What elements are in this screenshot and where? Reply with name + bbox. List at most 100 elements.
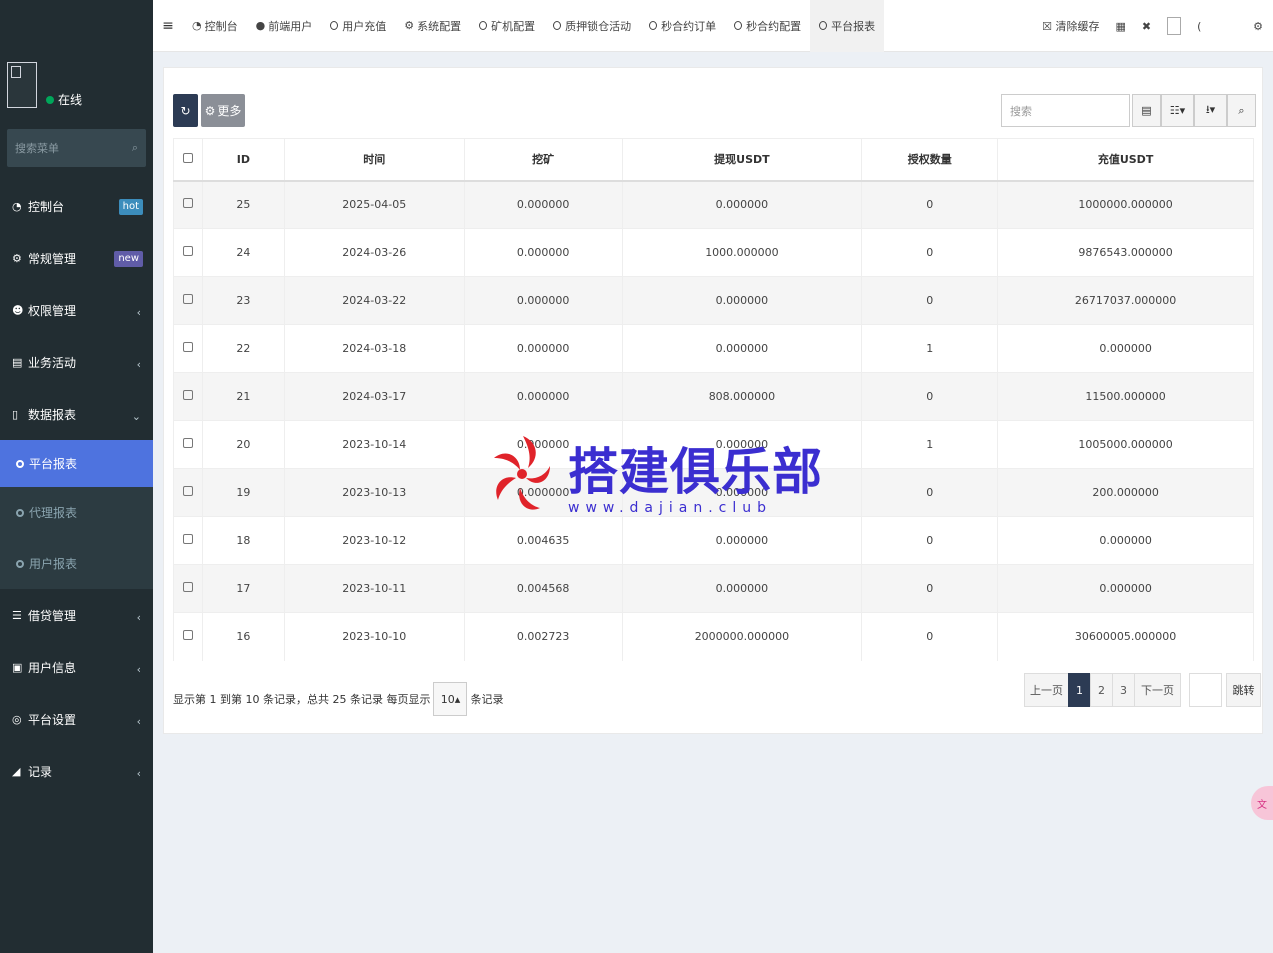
tab-system-config[interactable]: ⚙ 系统配置	[395, 0, 470, 52]
menu-search-input[interactable]: 搜索菜单 ⌕	[7, 129, 146, 167]
next-page-button[interactable]: 下一页	[1134, 673, 1181, 707]
sidebar-item-loans[interactable]: ☰ 借贷管理 ‹	[0, 589, 153, 641]
table-row[interactable]: 19 2023-10-13 0.000000 0.000000 0 200.000000	[173, 468, 1254, 517]
search-icon: ⌕	[1238, 103, 1245, 117]
cell-time: 2023-10-10	[283, 612, 465, 661]
cell-mining: 0.000000	[463, 228, 623, 277]
row-checkbox[interactable]	[182, 438, 193, 448]
sidebar-item-dashboard[interactable]: ◔ 控制台 hot	[0, 180, 153, 232]
tab-platform-report[interactable]: 平台报表	[810, 0, 885, 52]
cell-withdraw: 1000.000000	[621, 228, 863, 277]
row-checkbox[interactable]	[182, 342, 193, 352]
tab-dashboard[interactable]: ◔ 控制台	[183, 0, 247, 52]
row-checkbox[interactable]	[182, 246, 193, 256]
search-icon[interactable]: ⌕	[132, 141, 138, 155]
page-button-3[interactable]: 3	[1112, 673, 1135, 707]
sidebar-item-platform-report[interactable]: 平台报表	[0, 440, 153, 487]
column-header-auth[interactable]: 授权数量	[861, 138, 999, 182]
tab-front-users[interactable]: ● 前端用户	[247, 0, 322, 52]
sidebar-item-general[interactable]: ⚙ 常规管理 new	[0, 232, 153, 284]
cell-time: 2024-03-18	[283, 324, 465, 373]
cell-id: 20	[201, 420, 285, 469]
sidebar-item-agent-report[interactable]: 代理报表	[0, 487, 153, 538]
cell-auth: 0	[861, 516, 999, 565]
gear-icon: ⚙	[404, 19, 415, 32]
sidebar-item-platform-settings[interactable]: ◎ 平台设置 ‹	[0, 693, 153, 745]
translate-icon[interactable]: ▦	[1116, 20, 1126, 33]
prev-page-button[interactable]: 上一页	[1024, 673, 1069, 707]
export-button[interactable]: ⭳▾	[1194, 94, 1227, 127]
row-checkbox[interactable]	[182, 486, 193, 496]
table-row[interactable]: 17 2023-10-11 0.004568 0.000000 0 0.000000	[173, 564, 1254, 613]
page-button-2[interactable]: 2	[1090, 673, 1113, 707]
user-avatar-image[interactable]	[1167, 17, 1182, 35]
cell-id: 16	[201, 612, 285, 661]
refresh-button[interactable]: ↻	[173, 94, 198, 127]
sidebar-item-label: 用户信息	[28, 660, 77, 675]
cell-auth: 0	[861, 228, 999, 277]
table-row[interactable]: 22 2024-03-18 0.000000 0.000000 1 0.000000	[173, 324, 1254, 373]
avatar[interactable]	[7, 62, 37, 108]
sidebar-item-records[interactable]: ◢ 记录 ‹	[0, 745, 153, 797]
column-header-id[interactable]: ID	[201, 138, 285, 182]
select-all-checkbox[interactable]	[182, 152, 193, 163]
column-header-withdraw[interactable]: 提现USDT	[621, 138, 863, 182]
cell-withdraw: 0.000000	[621, 276, 863, 325]
jump-page-input[interactable]	[1189, 673, 1222, 707]
tab-miner-config[interactable]: 矿机配置	[470, 0, 544, 52]
menu-search-placeholder: 搜索菜单	[15, 142, 59, 155]
tab-staking[interactable]: 质押锁仓活动	[544, 0, 640, 52]
circle-icon	[16, 459, 24, 468]
table-row[interactable]: 23 2024-03-22 0.000000 0.000000 0 26717037.00…	[173, 276, 1254, 325]
cell-time: 2023-10-13	[283, 468, 465, 517]
row-checkbox[interactable]	[182, 294, 193, 304]
translate-float-button[interactable]: 文	[1251, 786, 1273, 820]
gear-icon: ◎	[12, 712, 22, 726]
column-header-recharge[interactable]: 充值USDT	[997, 138, 1254, 182]
more-button[interactable]: ⚙ 更多	[201, 94, 245, 127]
status-label: 在线	[58, 93, 83, 107]
row-checkbox[interactable]	[182, 582, 193, 592]
table-row[interactable]: 25 2025-04-05 0.000000 0.000000 0 1000000.000…	[173, 180, 1254, 229]
page-size-select[interactable]: 10 ▴	[433, 682, 468, 716]
settings-icon[interactable]: ⚙	[1253, 20, 1263, 33]
tab-user-recharge[interactable]: 用户充值	[321, 0, 395, 52]
table-row[interactable]: 18 2023-10-12 0.004635 0.000000 0 0.000000	[173, 516, 1254, 565]
cell-id: 19	[201, 468, 285, 517]
fullscreen-icon[interactable]: ✖	[1142, 20, 1151, 33]
sidebar-item-business[interactable]: ▤ 业务活动 ‹	[0, 336, 153, 388]
table-row[interactable]: 24 2024-03-26 0.000000 1000.000000 0 9876543.…	[173, 228, 1254, 277]
row-checkbox[interactable]	[182, 390, 193, 400]
column-header-mining[interactable]: 挖矿	[463, 138, 623, 182]
reports-submenu: 平台报表 代理报表 用户报表	[0, 440, 153, 589]
table-row[interactable]: 20 2023-10-14 0.000000 0.000000 1 1005000.000…	[173, 420, 1254, 469]
cell-auth: 0	[861, 564, 999, 613]
cogs-icon: ⚙	[12, 251, 22, 265]
row-checkbox[interactable]	[182, 630, 193, 641]
tab-contract-orders[interactable]: 秒合约订单	[640, 0, 725, 52]
cell-mining: 0.004635	[463, 516, 623, 565]
sidebar-item-permissions[interactable]: ☻ 权限管理 ‹	[0, 284, 153, 336]
user-panel: 在线	[0, 0, 153, 122]
columns-icon: ☷▾	[1169, 104, 1186, 117]
jump-button[interactable]: 跳转	[1226, 673, 1261, 707]
advanced-search-button[interactable]: ⌕	[1227, 94, 1256, 127]
table-row[interactable]: 16 2023-10-10 0.002723 2000000.000000 0 30600…	[173, 612, 1254, 661]
sidebar-item-reports[interactable]: ▯ 数据报表 ⌄	[0, 388, 153, 440]
clear-cache-button[interactable]: ☒ 清除缓存	[1042, 18, 1099, 34]
table-search-input[interactable]: 搜索	[1001, 94, 1130, 127]
page-button-1[interactable]: 1	[1068, 673, 1091, 707]
sidebar-item-user-report[interactable]: 用户报表	[0, 538, 153, 589]
column-header-time[interactable]: 时间	[283, 138, 465, 182]
chevron-left-icon: ‹	[136, 767, 141, 780]
user-name-area[interactable]: (	[1197, 20, 1237, 33]
menu-toggle-icon[interactable]: ≡	[153, 18, 183, 34]
row-checkbox[interactable]	[182, 534, 193, 544]
columns-button[interactable]: ☷▾	[1161, 94, 1194, 127]
toggle-view-button[interactable]: ▤	[1132, 94, 1161, 127]
sidebar-item-user-info[interactable]: ▣ 用户信息 ‹	[0, 641, 153, 693]
table-row[interactable]: 21 2024-03-17 0.000000 808.000000 0 11500.000…	[173, 372, 1254, 421]
search-placeholder: 搜索	[1010, 104, 1032, 118]
row-checkbox[interactable]	[182, 198, 193, 209]
tab-contract-config[interactable]: 秒合约配置	[725, 0, 810, 52]
